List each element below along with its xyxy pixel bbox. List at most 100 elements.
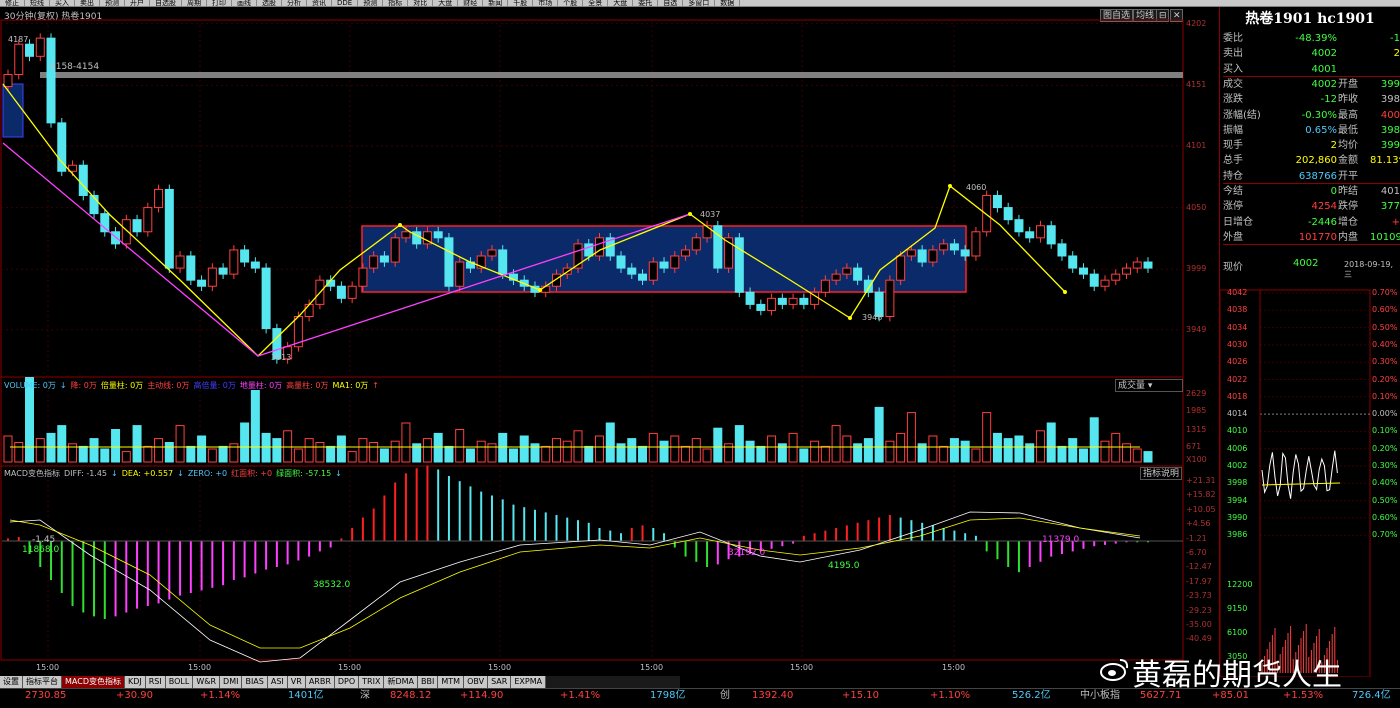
indicator-tab[interactable]: EXPMA [511, 676, 547, 688]
pivot-dot [848, 316, 852, 320]
tick-pct-label: 0.30% [1372, 461, 1398, 470]
quote-value2: 400 [1380, 109, 1400, 121]
quote-value2: 10109 [1370, 231, 1400, 243]
quote-key: 现手 [1223, 140, 1243, 152]
volume-bar [326, 445, 336, 463]
quote-key: 涨停 [1223, 201, 1243, 213]
tick-price-label: 4022 [1227, 374, 1248, 384]
tick-price-label: 4026 [1227, 357, 1248, 367]
indicator-help-button[interactable]: 指标说明 [1140, 467, 1182, 480]
volume-bar [992, 432, 1002, 463]
quote-value2: + [1391, 216, 1400, 228]
quote-row: 现手 2 均价 399 [1223, 138, 1400, 153]
candle [1057, 243, 1067, 257]
candle [1100, 279, 1110, 287]
candle [906, 249, 916, 257]
candle [1121, 267, 1131, 275]
label-mid: 4037 [700, 210, 721, 219]
volume-bar [874, 406, 884, 463]
volume-bar [444, 445, 454, 463]
candle [336, 285, 346, 299]
macd-tick: +21.31 [1186, 476, 1216, 485]
quote-key: 涨幅(结) [1223, 109, 1261, 121]
volume-bar [143, 445, 153, 463]
macd-legend-item: ↓ [335, 469, 342, 478]
time-tick: 15:00 [36, 663, 60, 672]
kline-chart[interactable] [0, 0, 1220, 676]
quote-row: 买入 4001 [1223, 62, 1400, 77]
candle [14, 43, 24, 75]
indicator-tab[interactable]: DPO [334, 676, 360, 688]
indicator-tab[interactable]: ASI [267, 676, 288, 688]
candle [960, 249, 970, 257]
indicator-tab[interactable]: KDJ [124, 676, 146, 688]
volume-bar [681, 445, 691, 463]
volume-bar [261, 432, 271, 463]
indicator-tab[interactable]: SAR [488, 676, 512, 688]
volume-bar [100, 448, 110, 463]
quote-value: 101770 [1298, 231, 1337, 243]
volume-selector-label: 成交量 [1118, 381, 1146, 391]
volume-bar [659, 440, 669, 463]
indicator-tab[interactable]: DMI [220, 676, 243, 688]
quote-value: 4002 [1311, 78, 1337, 90]
indicator-tab[interactable]: W&R [193, 676, 221, 688]
quote-value2: 377 [1380, 201, 1400, 213]
tick-price-label: 4038 [1227, 305, 1248, 315]
volume-bar [638, 445, 648, 463]
tick-price-label: 4034 [1227, 322, 1248, 332]
label-low: 3913 [271, 353, 292, 362]
status-item: +30.90 [116, 690, 154, 701]
indicator-tab[interactable]: 设置 [0, 676, 23, 688]
volume-bar [164, 442, 174, 463]
quote-row: 日增仓 -2446 增仓 + [1223, 215, 1400, 230]
indicator-tab[interactable]: BOLL [165, 676, 194, 688]
quote-key: 委比 [1223, 33, 1243, 44]
quote-value: 4001 [1311, 63, 1337, 75]
volume-bar [379, 448, 389, 463]
weibo-icon [1100, 659, 1129, 681]
volume-bar [573, 430, 583, 463]
quote-key: 振幅 [1223, 124, 1243, 136]
indicator-tab[interactable]: 指标平台 [23, 676, 62, 688]
indicator-tab[interactable]: VR [287, 676, 306, 688]
indicator-tab[interactable]: MACD变色指标 [62, 676, 125, 688]
quote-key2: 均价 [1338, 140, 1358, 152]
candle [702, 225, 712, 239]
macd-legend-item: ZERO: +0 [187, 469, 228, 478]
time-tick: 15:00 [488, 663, 512, 672]
macd-legend-item: ↓ [177, 469, 184, 478]
volume-bar [315, 442, 325, 463]
candle [304, 303, 314, 317]
quote-row: 今结 0 昨结 401 [1223, 184, 1400, 199]
quote-key2: 内盘 [1338, 231, 1358, 243]
candle [1089, 273, 1099, 287]
quote-key: 成交 [1223, 78, 1243, 90]
volume-bar [57, 425, 67, 463]
volume-bar [1100, 440, 1110, 463]
macd-legend-item: 绿面积: -57.15 [276, 469, 332, 478]
volume-selector[interactable]: 成交量 ▾ [1115, 379, 1183, 392]
indicator-tab[interactable]: 新DMA [384, 676, 419, 688]
volume-bar [3, 435, 13, 463]
indicator-tab[interactable]: BBI [418, 676, 439, 688]
pivot-dot [1063, 290, 1067, 294]
quote-key2: 昨结 [1338, 186, 1358, 197]
indicator-tab[interactable]: TRIX [359, 676, 385, 688]
indicator-tab[interactable]: ARBR [305, 676, 335, 688]
indicator-tab[interactable]: RSI [145, 676, 166, 688]
candle [197, 279, 207, 287]
tick-pct-label: 0.70% [1372, 530, 1398, 540]
quote-value2: 399 [1380, 140, 1400, 152]
highlight-box [2, 83, 24, 138]
status-item: 1798亿 [650, 690, 686, 701]
indicator-tab[interactable]: BIAS [242, 676, 268, 688]
indicator-tab[interactable]: OBV [464, 676, 489, 688]
price-tick: 4101 [1186, 140, 1207, 150]
volume-bar [455, 429, 465, 463]
volume-bar [745, 440, 755, 463]
quote-key: 卖出 [1223, 48, 1243, 60]
label-range: 4158-4154 [50, 62, 100, 72]
volume-bar [347, 451, 357, 463]
indicator-tab[interactable]: MTM [438, 676, 465, 688]
